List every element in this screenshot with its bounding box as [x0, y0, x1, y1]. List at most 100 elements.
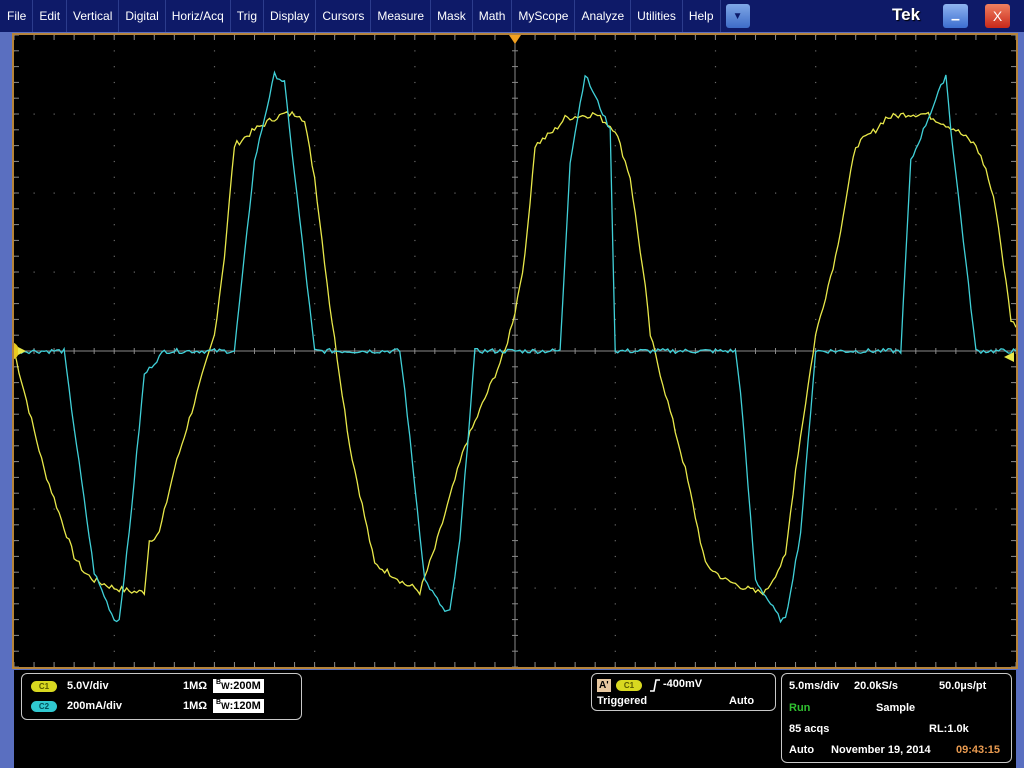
acquisition-readout-box[interactable]: 5.0ms/div 20.0kS/s 50.0µs/pt Run Sample … — [781, 673, 1012, 763]
grid-dot — [374, 429, 376, 431]
grid-dot — [694, 508, 697, 510]
grid-dot — [875, 587, 877, 589]
menu-cursors[interactable]: Cursors — [316, 0, 372, 32]
minimize-button[interactable]: – — [943, 4, 968, 28]
grid-dot — [614, 97, 616, 99]
menu-digital[interactable]: Digital — [119, 0, 166, 32]
grid-dot — [895, 271, 897, 273]
grid-dot — [955, 192, 957, 194]
grid-dot — [494, 587, 496, 589]
grid-dot — [253, 113, 256, 115]
grid-dot — [534, 113, 536, 115]
menu-utilities[interactable]: Utilities — [631, 0, 683, 32]
grid-dot — [314, 224, 316, 226]
grid-dot — [274, 508, 276, 510]
grid-dot — [113, 176, 115, 178]
grid-dot — [113, 224, 115, 226]
grid-dot — [614, 650, 616, 652]
waveform-graticule[interactable]: 1 — [14, 35, 1016, 667]
grid-dot — [915, 334, 917, 336]
grid-dot — [714, 619, 717, 621]
grid-dot — [915, 366, 917, 368]
chevron-down-icon: ▼ — [732, 10, 743, 22]
grid-dot — [213, 97, 216, 99]
channel-1-readout[interactable]: C1 5.0V/div 1MΩ BW:200M — [31, 679, 296, 695]
grid-dot — [113, 429, 115, 431]
grid-dot — [314, 271, 316, 273]
grid-dot — [434, 192, 436, 194]
ch2-impedance: 1MΩ — [183, 700, 208, 712]
grid-dot — [213, 50, 216, 52]
menu-analyze[interactable]: Analyze — [575, 0, 632, 32]
menu-mask[interactable]: Mask — [431, 0, 473, 32]
grid-dot — [334, 508, 336, 510]
timebase: 5.0ms/div — [789, 680, 840, 692]
channel-2-readout[interactable]: C2 200mA/div 1MΩ BW:120M — [31, 699, 296, 715]
menu-horiz-acq[interactable]: Horiz/Acq — [166, 0, 231, 32]
grid-dot — [334, 271, 336, 273]
grid-dot — [314, 476, 316, 479]
grid-dot — [414, 66, 416, 68]
grid-dot — [734, 508, 737, 510]
menu-vertical[interactable]: Vertical — [67, 0, 120, 32]
grid-dot — [173, 192, 176, 194]
grid-dot — [935, 113, 937, 115]
grid-dot — [193, 508, 196, 510]
menu-display[interactable]: Display — [264, 0, 317, 32]
grid-dot — [414, 413, 416, 415]
grid-dot — [855, 587, 857, 589]
grid-dot — [674, 192, 677, 194]
grid-dot — [915, 382, 917, 384]
grid-dot — [614, 303, 616, 305]
grid-dot — [213, 160, 216, 163]
menu-edit[interactable]: Edit — [33, 0, 68, 32]
menu-math[interactable]: Math — [473, 0, 513, 32]
grid-dot — [314, 208, 316, 210]
ch2-chip[interactable]: C2 — [31, 701, 57, 712]
grid-dot — [474, 587, 476, 589]
grid-dot — [915, 587, 917, 589]
grid-dot — [915, 255, 917, 257]
grid-dot — [193, 587, 196, 589]
grid-dot — [33, 508, 35, 510]
grid-dot — [414, 303, 416, 305]
status-panel: C1 5.0V/div 1MΩ BW:200M C2 200mA/div 1MΩ… — [14, 670, 1016, 768]
grid-dot — [654, 587, 656, 589]
menu-file[interactable]: File — [0, 0, 34, 32]
grid-dot — [775, 587, 777, 589]
menu-dropdown-button[interactable]: ▼ — [725, 4, 750, 28]
grid-dot — [314, 287, 316, 289]
grid-dot — [213, 239, 216, 242]
grid-dot — [274, 113, 276, 115]
grid-dot — [815, 587, 817, 589]
trigger-readout-box[interactable]: A' C1 -400mV Triggered Auto — [591, 673, 776, 711]
grid-dot — [795, 587, 797, 589]
menu-help[interactable]: Help — [683, 0, 721, 32]
grid-dot — [314, 192, 316, 194]
grid-dot — [915, 145, 917, 147]
grid-dot — [534, 508, 536, 510]
grid-dot — [414, 366, 416, 368]
grid-dot — [414, 129, 416, 131]
grid-dot — [714, 476, 717, 479]
grid-dot — [414, 160, 416, 163]
menu-myscope[interactable]: MyScope — [512, 0, 576, 32]
grid-dot — [414, 176, 416, 178]
grid-dot — [915, 508, 917, 510]
menu-trig[interactable]: Trig — [231, 0, 264, 32]
menu-measure[interactable]: Measure — [371, 0, 432, 32]
grid-dot — [734, 192, 737, 194]
resolution: 50.0µs/pt — [939, 680, 987, 692]
grid-dot — [714, 413, 717, 415]
grid-dot — [614, 208, 616, 210]
close-button[interactable]: X — [985, 4, 1010, 28]
ch1-ground-marker[interactable]: 1 — [14, 342, 26, 360]
grid-dot — [754, 271, 757, 273]
trigger-position-marker[interactable] — [509, 35, 521, 44]
grid-dot — [113, 603, 115, 605]
grid-dot — [935, 192, 937, 194]
tek-logo: Tek — [892, 5, 921, 24]
ch1-chip[interactable]: C1 — [31, 681, 57, 692]
grid-dot — [113, 445, 115, 447]
grid-dot — [213, 634, 216, 637]
